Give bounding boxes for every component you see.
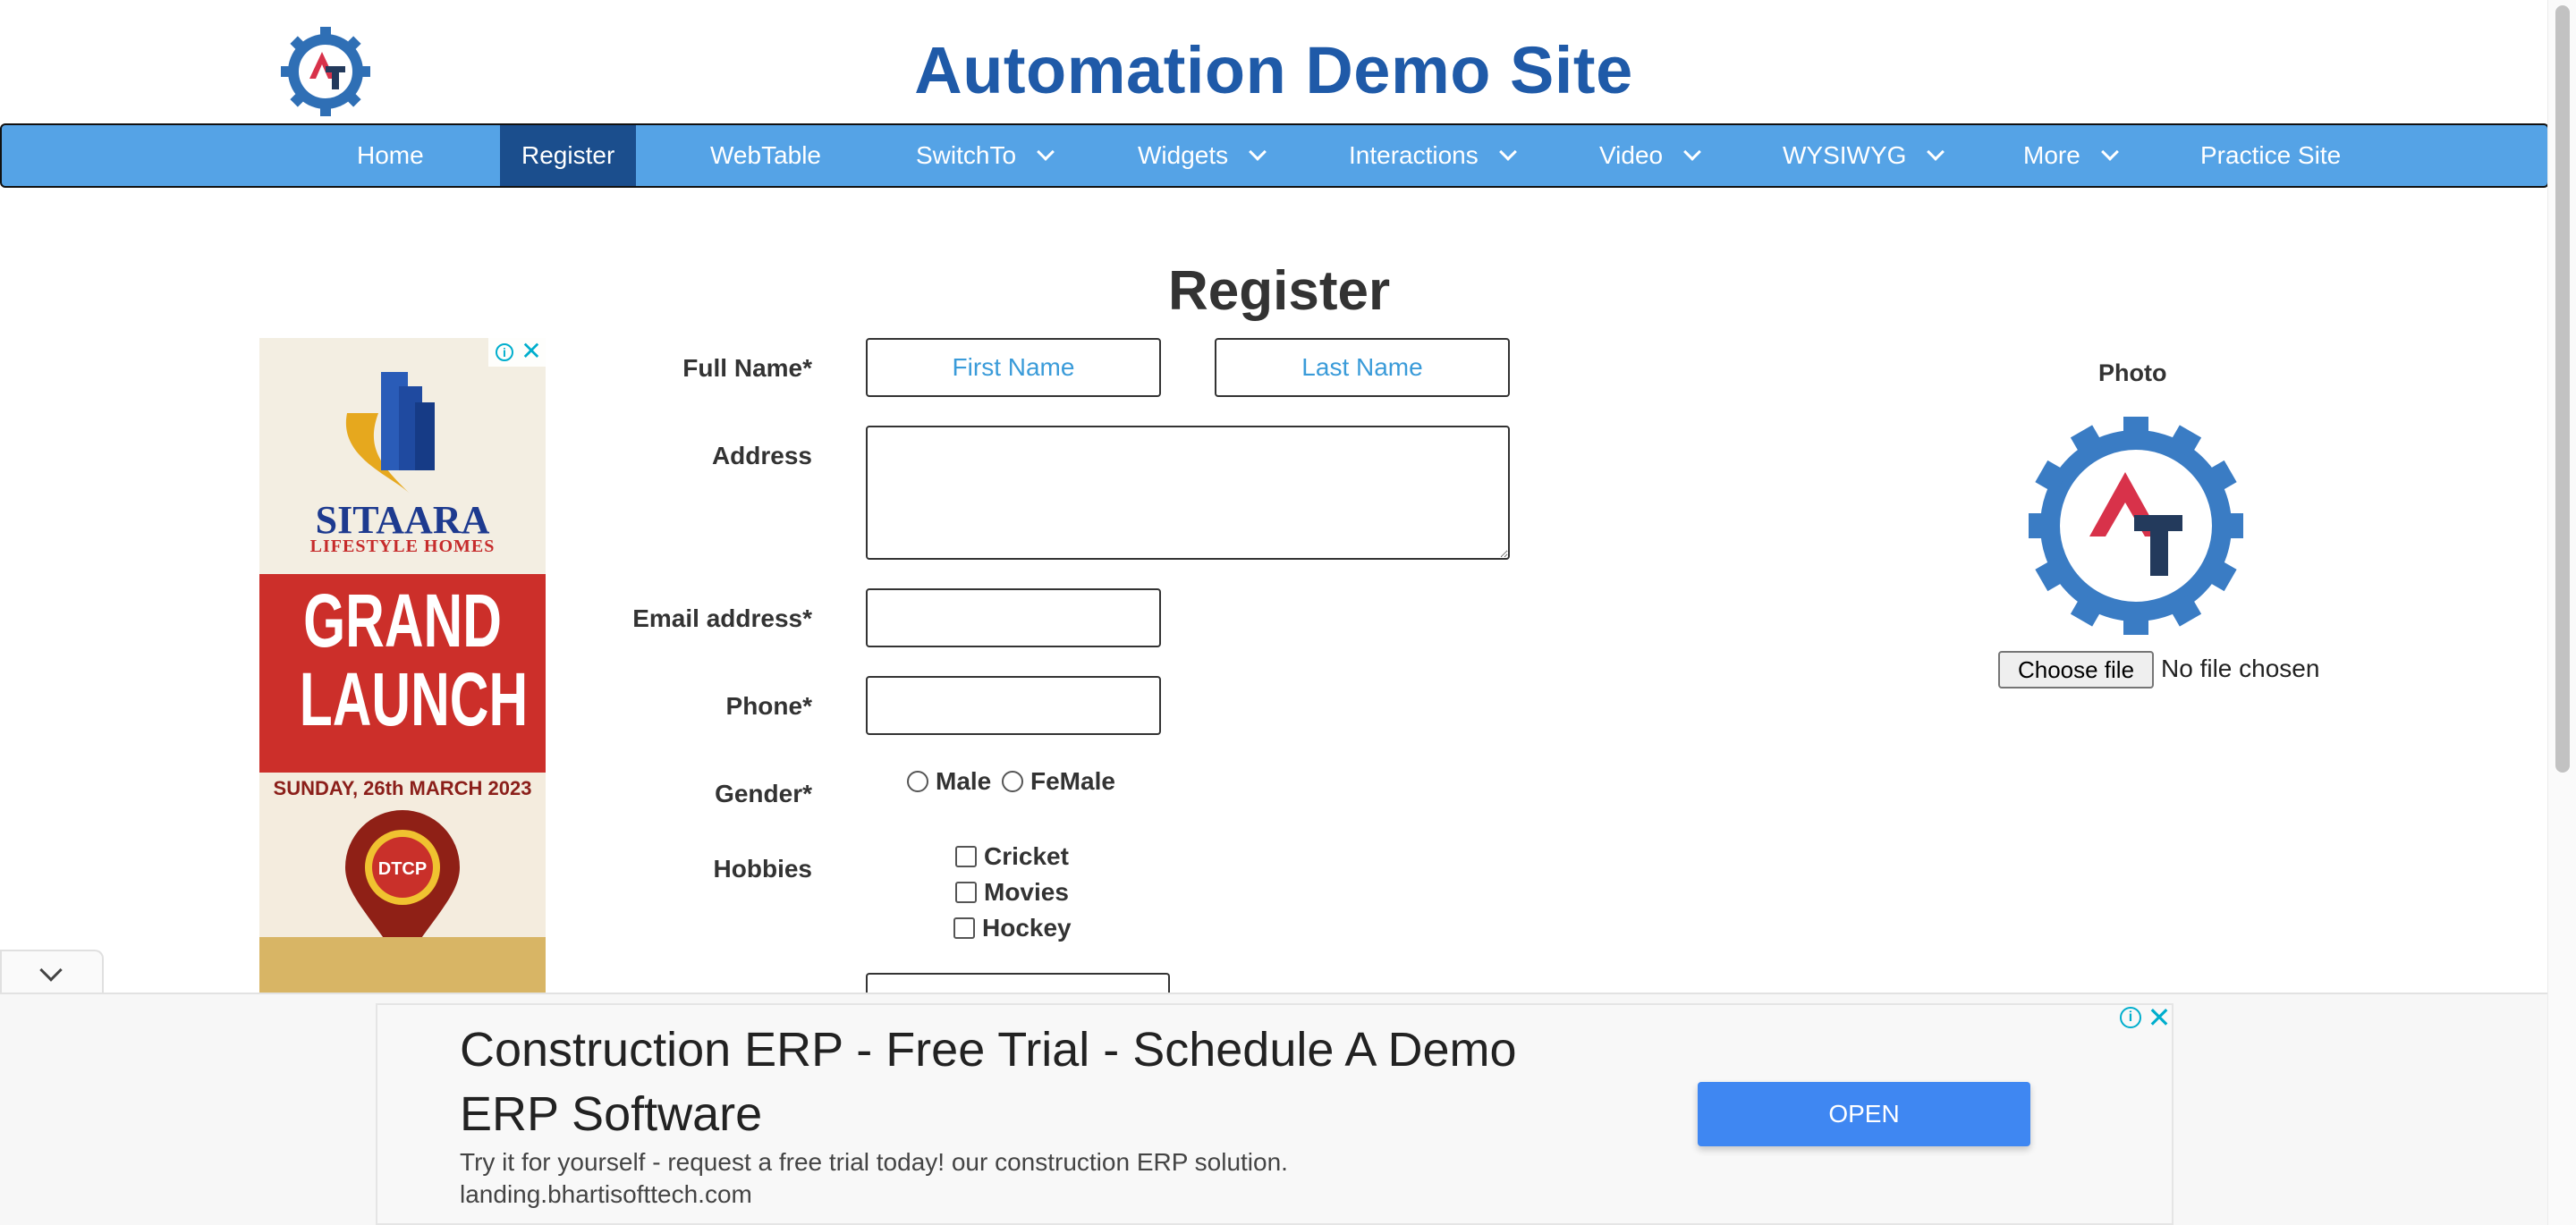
nav-item-register[interactable]: Register [500, 125, 636, 186]
gender-label: Gender* [715, 780, 812, 807]
nav-item-webtable[interactable]: WebTable [710, 125, 821, 186]
hobby-cricket-checkbox[interactable] [955, 846, 977, 867]
no-file-text: No file chosen [2161, 655, 2320, 682]
ad-brand-sub: LIFESTYLE HOMES [309, 536, 496, 556]
ad-close-icon[interactable]: ✕ [521, 338, 542, 367]
ad-gold-bar [259, 937, 546, 993]
ad-badge: DTCP [378, 859, 427, 879]
nav-item-switchto[interactable]: SwitchTo [916, 125, 1055, 186]
chevron-down-icon [39, 959, 63, 982]
hobby-hockey-label: Hockey [982, 914, 1072, 942]
nav-label: Interactions [1349, 141, 1479, 169]
nav-label: WebTable [710, 141, 822, 169]
last-name-input[interactable] [1215, 338, 1510, 397]
nav-label: Video [1599, 141, 1664, 169]
site-title: Automation Demo Site [914, 33, 1633, 107]
chevron-down-icon [1683, 143, 1702, 161]
ad-collapse-toggle[interactable] [0, 950, 104, 996]
nav-item-interactions[interactable]: Interactions [1349, 125, 1517, 186]
full-name-label: Full Name* [682, 354, 812, 382]
ad-info-icon[interactable]: i [2120, 1007, 2141, 1028]
gender-male-radio[interactable] [907, 771, 928, 792]
choose-file-button[interactable]: Choose file [1998, 651, 2154, 689]
nav-label: WYSIWYG [1783, 141, 1907, 169]
address-textarea[interactable] [866, 426, 1510, 560]
ad-close-icon[interactable]: ✕ [2147, 1001, 2172, 1034]
scrollbar-thumb[interactable] [2555, 5, 2570, 773]
nav-item-home[interactable]: Home [357, 125, 424, 186]
sitaara-logo-icon [345, 372, 435, 494]
page-title: Register [1168, 260, 1391, 322]
hobby-movies-label: Movies [984, 878, 1069, 906]
photo-label: Photo [2098, 359, 2167, 386]
email-label: Email address* [632, 604, 812, 632]
gender-female-label: FeMale [1030, 767, 1115, 795]
photo-preview-logo [2029, 417, 2243, 635]
nav-item-more[interactable]: More [2023, 125, 2119, 186]
phone-input[interactable] [866, 676, 1161, 735]
hobbies-label: Hobbies [713, 855, 812, 883]
chevron-down-icon [1037, 143, 1055, 161]
gender-female-radio[interactable] [1002, 771, 1023, 792]
nav-item-video[interactable]: Video [1599, 125, 1702, 186]
ad-open-button[interactable]: OPEN [1698, 1082, 2030, 1146]
chevron-down-icon [1498, 143, 1517, 161]
chevron-down-icon [1927, 143, 1945, 161]
phone-label: Phone* [725, 692, 812, 720]
nav-label: Widgets [1138, 141, 1229, 169]
address-label: Address [711, 442, 812, 469]
nav-label: Practice Site [2200, 141, 2342, 169]
side-ad-banner[interactable]: SITAARA LIFESTYLE HOMES GRAND LAUNCH SUN… [259, 338, 546, 993]
hobby-hockey-checkbox[interactable] [953, 917, 975, 939]
ad-headline[interactable]: Construction ERP - Free Trial - Schedule… [460, 1018, 1623, 1146]
ad-date: SUNDAY, 26th MARCH 2023 [259, 773, 546, 805]
nav-label: Register [521, 141, 615, 169]
chevron-down-icon [2100, 143, 2119, 161]
page-scrollbar[interactable] [2547, 0, 2576, 1225]
first-name-input[interactable] [866, 338, 1161, 397]
ad-controls: i ✕ [488, 338, 546, 367]
nav-label: Home [357, 141, 424, 169]
ad-line2: LAUNCH [299, 657, 529, 741]
email-input[interactable] [866, 588, 1161, 647]
ad-line1: GRAND [303, 579, 502, 663]
ad-description: Try it for yourself - request a free tri… [460, 1148, 1288, 1176]
nav-item-practice-site[interactable]: Practice Site [2200, 125, 2341, 186]
gender-male-label: Male [936, 767, 992, 795]
nav-item-wysiwyg[interactable]: WYSIWYG [1783, 125, 1945, 186]
hobby-movies-checkbox[interactable] [955, 882, 977, 903]
nav-label: More [2023, 141, 2080, 169]
hobby-cricket-label: Cricket [984, 842, 1069, 870]
nav-item-widgets[interactable]: Widgets [1138, 125, 1267, 186]
main-nav: Home Register WebTable SwitchTo Widgets … [0, 123, 2549, 188]
ad-url[interactable]: landing.bhartisofttech.com [460, 1180, 752, 1209]
chevron-down-icon [1249, 143, 1267, 161]
nav-label: SwitchTo [916, 141, 1017, 169]
ad-info-icon[interactable]: i [496, 343, 513, 361]
